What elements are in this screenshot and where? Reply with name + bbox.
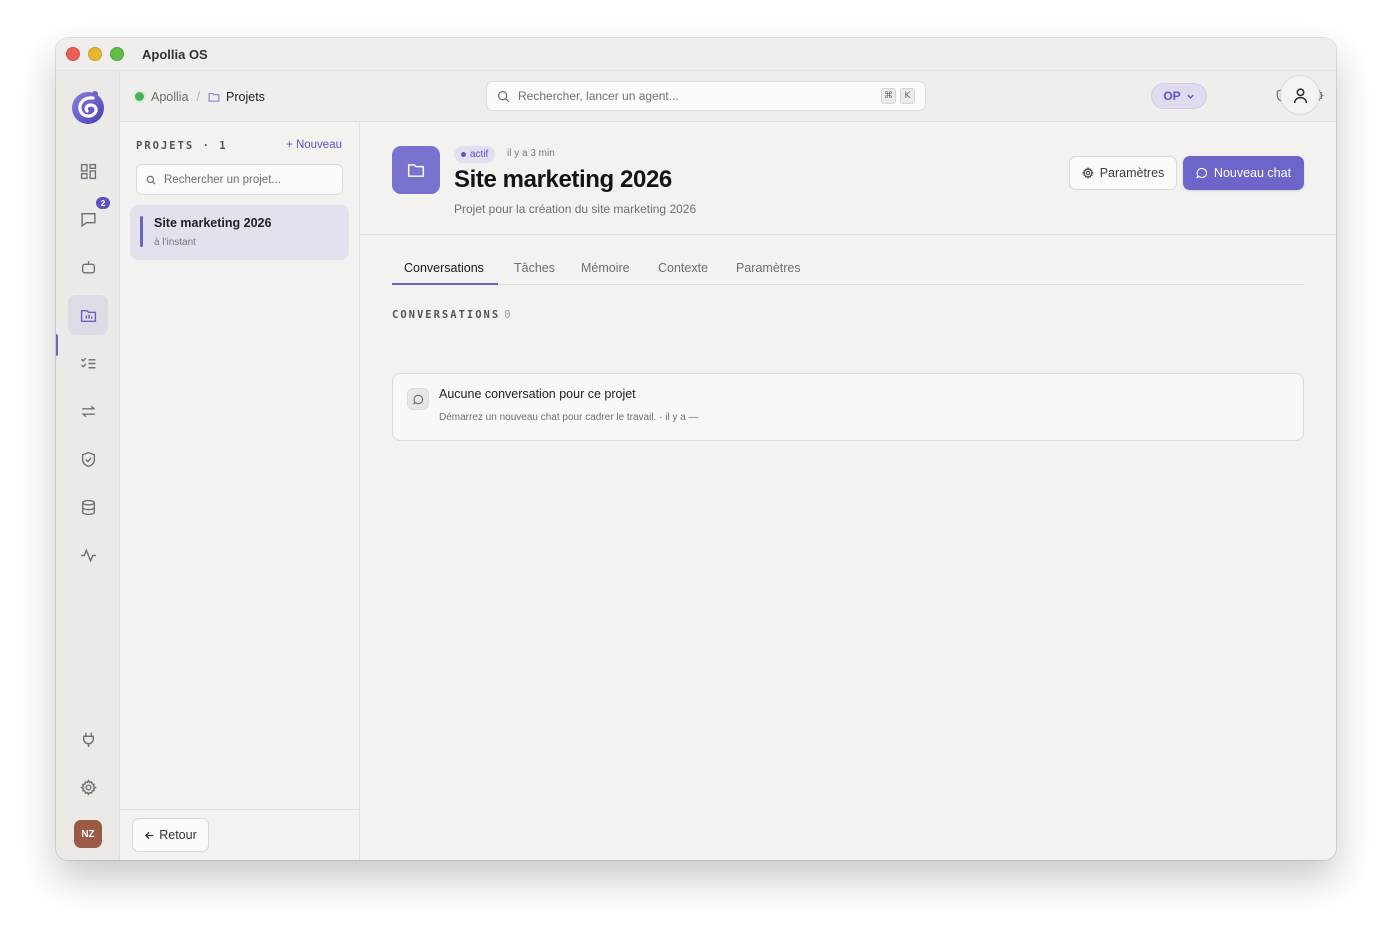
user-icon bbox=[1293, 87, 1307, 103]
tab-contexte[interactable]: Contexte bbox=[646, 250, 720, 285]
maximize-window-button[interactable] bbox=[110, 47, 124, 61]
shortcut-cmd-key: ⌘ bbox=[881, 88, 896, 104]
tab-conversations[interactable]: Conversations bbox=[392, 250, 496, 285]
gear-icon bbox=[79, 778, 97, 796]
user-avatar[interactable]: NZ bbox=[74, 820, 102, 848]
tab-memoire[interactable]: Mémoire bbox=[569, 250, 642, 285]
window-title: Apollia OS bbox=[142, 46, 208, 62]
project-settings-button[interactable]: Paramètres bbox=[1069, 156, 1177, 190]
project-search-input[interactable] bbox=[164, 173, 339, 186]
app-window: Apollia OS 2 NZ Apollia / Projets Recher… bbox=[56, 38, 1336, 860]
project-avatar bbox=[392, 146, 440, 194]
project-name: Site marketing 2026 bbox=[154, 216, 272, 230]
activity-icon bbox=[80, 547, 96, 563]
plug-icon bbox=[82, 732, 94, 747]
sidebar-footer-divider bbox=[120, 809, 359, 810]
rail-data[interactable] bbox=[68, 487, 108, 527]
tab-parametres[interactable]: Paramètres bbox=[724, 250, 813, 285]
breadcrumb: Apollia / Projets bbox=[133, 71, 265, 122]
rail-integrations[interactable] bbox=[68, 719, 108, 759]
back-label: Retour bbox=[159, 828, 197, 842]
empty-state-subtitle: Démarrez un nouveau chat pour cadrer le … bbox=[439, 412, 699, 423]
checklist-icon bbox=[80, 357, 95, 368]
global-search-input[interactable] bbox=[518, 89, 868, 103]
global-search[interactable]: ⌘ K bbox=[486, 81, 926, 111]
status-badge: actif bbox=[454, 146, 496, 163]
page-title: Site marketing 2026 bbox=[454, 166, 672, 193]
window-controls bbox=[66, 47, 124, 61]
title-bar: Apollia OS bbox=[56, 38, 1336, 71]
project-settings-label: Paramètres bbox=[1099, 166, 1165, 180]
folder-chart-icon bbox=[80, 309, 96, 322]
breadcrumb-current: Projets bbox=[226, 89, 265, 104]
new-chat-button[interactable]: Nouveau chat bbox=[1183, 156, 1304, 190]
header-divider bbox=[360, 234, 1336, 235]
rail-security[interactable] bbox=[68, 439, 108, 479]
project-detail: actif il y a 3 min Site marketing 2026 P… bbox=[360, 122, 1336, 860]
gear-icon bbox=[1081, 167, 1094, 179]
folder-icon bbox=[208, 92, 220, 102]
conversations-count: 0 bbox=[504, 309, 513, 321]
search-icon bbox=[146, 175, 156, 184]
chevron-down-icon bbox=[1186, 94, 1194, 99]
search-icon bbox=[498, 90, 510, 102]
empty-state-title: Aucune conversation pour ce projet bbox=[439, 387, 636, 401]
minimize-window-button[interactable] bbox=[88, 47, 102, 61]
top-bar: Apollia / Projets ⌘ K OP bbox=[120, 71, 1336, 122]
shield-check-icon bbox=[81, 451, 95, 467]
project-tabs: Conversations Tâches Mémoire Contexte Pa… bbox=[392, 250, 1304, 285]
empty-conversations-card: Aucune conversation pour ce projet Démar… bbox=[392, 373, 1304, 441]
selected-indicator bbox=[140, 216, 143, 247]
chat-bubble-icon bbox=[407, 388, 429, 410]
robot-icon bbox=[81, 260, 95, 274]
workspace-label: OP bbox=[1163, 89, 1181, 103]
account-button[interactable] bbox=[1280, 75, 1320, 115]
active-tab-underline bbox=[392, 283, 498, 285]
project-search[interactable] bbox=[136, 164, 343, 195]
dashboard-icon bbox=[80, 163, 96, 179]
project-description: Projet pour la création du site marketin… bbox=[454, 202, 697, 216]
workspace-switcher[interactable]: OP bbox=[1151, 83, 1207, 109]
back-button[interactable]: Retour bbox=[132, 818, 209, 852]
messages-badge: 2 bbox=[96, 197, 110, 209]
projects-sidebar: PROJETS · 1 + Nouveau Site marketing 202… bbox=[120, 122, 360, 860]
breadcrumb-separator: / bbox=[196, 89, 201, 104]
status-dot-icon bbox=[461, 152, 466, 157]
rail-settings[interactable] bbox=[68, 767, 108, 807]
project-updated-time: il y a 3 min bbox=[507, 148, 555, 159]
close-window-button[interactable] bbox=[66, 47, 80, 61]
conversations-heading-label: CONVERSATIONS bbox=[392, 309, 501, 321]
project-updated-time: à l'instant bbox=[154, 237, 196, 248]
new-chat-label: Nouveau chat bbox=[1213, 166, 1292, 180]
status-label: actif bbox=[470, 149, 489, 160]
apollia-logo-icon[interactable] bbox=[71, 89, 105, 125]
rail-dashboard[interactable] bbox=[68, 151, 108, 191]
conversations-heading: CONVERSATIONS 0 bbox=[392, 309, 513, 321]
rail-projects[interactable] bbox=[68, 295, 108, 335]
chat-bubble-icon bbox=[1196, 167, 1207, 179]
breadcrumb-root[interactable]: Apollia bbox=[151, 90, 189, 104]
projects-heading: PROJETS · 1 bbox=[136, 140, 228, 152]
message-icon bbox=[80, 212, 96, 227]
shortcut-k-key: K bbox=[900, 88, 915, 104]
rail-activity[interactable] bbox=[68, 535, 108, 575]
project-list-item[interactable]: Site marketing 2026 à l'instant bbox=[130, 205, 349, 260]
arrow-left-icon bbox=[145, 831, 154, 839]
new-project-button[interactable]: + Nouveau bbox=[286, 139, 342, 151]
database-icon bbox=[81, 499, 95, 515]
rail-active-indicator bbox=[56, 334, 58, 356]
rail-workflows[interactable] bbox=[68, 391, 108, 431]
repeat-icon bbox=[81, 405, 95, 417]
rail-tasks[interactable] bbox=[68, 343, 108, 383]
status-dot-icon bbox=[133, 90, 146, 103]
icon-rail: 2 NZ bbox=[56, 71, 120, 860]
folder-icon bbox=[407, 164, 425, 177]
tab-taches[interactable]: Tâches bbox=[502, 250, 567, 285]
rail-agents[interactable] bbox=[68, 247, 108, 287]
